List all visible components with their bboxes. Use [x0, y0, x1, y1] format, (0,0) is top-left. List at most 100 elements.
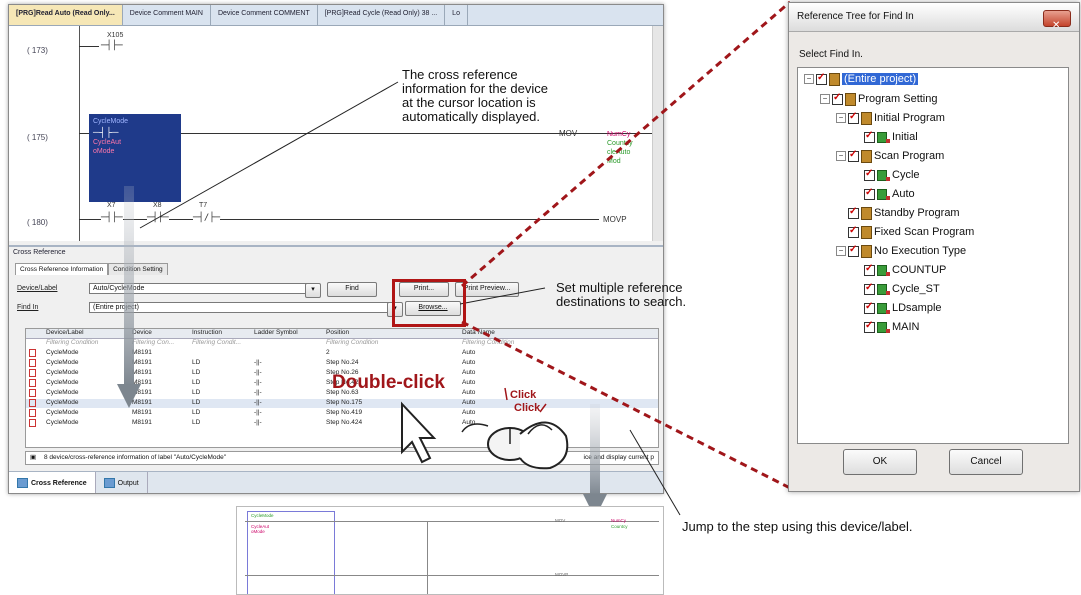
project-icon: [829, 72, 840, 86]
reference-tree-dialog: Reference Tree for Find In ✕ Select Find…: [788, 2, 1080, 492]
checkbox-icon[interactable]: [864, 130, 875, 143]
tree-node-program-setting[interactable]: − Program Setting: [820, 92, 937, 106]
program-icon: [877, 169, 890, 181]
program-icon: [877, 302, 890, 314]
checkbox-icon[interactable]: [864, 263, 875, 276]
tree-node-initial[interactable]: Initial: [864, 130, 918, 144]
wire: [245, 575, 659, 576]
collapse-icon: −: [820, 94, 830, 104]
wire: [427, 521, 428, 594]
tree-node-auto[interactable]: Auto: [864, 187, 915, 201]
leader-line: [629, 429, 681, 516]
tree-label: LDsample: [892, 302, 942, 314]
double-click-label: Double-click: [332, 372, 445, 393]
ok-button[interactable]: OK: [843, 449, 917, 475]
highlight-browse: [392, 279, 466, 327]
tree-label: Cycle: [892, 169, 920, 181]
wire: [245, 521, 659, 522]
tree-label: Auto: [892, 188, 915, 200]
mouse-pointer-icon: [401, 401, 437, 464]
click-mark: [504, 387, 508, 401]
checkbox-icon[interactable]: [848, 244, 859, 257]
callout-line: automatically displayed.: [402, 109, 541, 124]
instruction-mov: MOV: [555, 518, 566, 523]
click-mark: [539, 403, 547, 413]
tree-label: Fixed Scan Program: [874, 226, 975, 238]
operand: Countcy: [611, 524, 628, 529]
tree-node-fixed-scan-program[interactable]: Fixed Scan Program: [848, 225, 974, 239]
cancel-button[interactable]: Cancel: [949, 449, 1023, 475]
program-icon: [877, 131, 890, 143]
tree-node-cycle[interactable]: Cycle: [864, 168, 920, 182]
close-icon: ✕: [1052, 20, 1061, 31]
tree-node-cycle-st[interactable]: Cycle_ST: [864, 282, 940, 296]
checkbox-icon[interactable]: [848, 111, 859, 124]
checkbox-icon[interactable]: [848, 206, 859, 219]
tree-label: COUNTUP: [892, 264, 947, 276]
folder-icon: [861, 206, 872, 220]
tree-node-ldsample[interactable]: LDsample: [864, 301, 942, 315]
program-icon: [877, 283, 890, 295]
folder-icon: [861, 111, 872, 125]
tree-label: Scan Program: [874, 150, 945, 162]
callout-line: at the cursor location is: [402, 95, 536, 110]
device-label: CycleMode: [251, 513, 274, 518]
checkbox-icon[interactable]: [864, 301, 875, 314]
leader-line: [139, 81, 399, 229]
close-button[interactable]: ✕: [1043, 10, 1071, 31]
tree-node-initial-program[interactable]: − Initial Program: [836, 111, 945, 125]
click-label: Click: [510, 389, 537, 401]
collapse-icon: −: [804, 74, 814, 84]
collapse-icon: −: [836, 151, 846, 161]
dialog-title: Reference Tree for Find In: [797, 11, 914, 22]
tree-label: (Entire project): [842, 73, 919, 85]
folder-icon: [861, 149, 872, 163]
find-in-tree[interactable]: − (Entire project) − Program Setting − I…: [797, 67, 1069, 444]
tree-node-entire-project[interactable]: − (Entire project): [804, 72, 919, 86]
tree-label: Cycle_ST: [892, 283, 940, 295]
tree-node-scan-program[interactable]: − Scan Program: [836, 149, 944, 163]
checkbox-icon[interactable]: [864, 187, 875, 200]
checkbox-icon[interactable]: [848, 149, 859, 162]
tree-label: Initial Program: [874, 112, 945, 124]
tree-node-countup[interactable]: COUNTUP: [864, 263, 946, 277]
tree-node-standby-program[interactable]: Standby Program: [848, 206, 960, 220]
checkbox-icon[interactable]: [832, 92, 843, 105]
collapse-icon: −: [836, 246, 846, 256]
callout-cursor-info: The cross reference information for the …: [402, 68, 548, 124]
label-comment: oMode: [251, 529, 265, 534]
down-arrow-icon: [583, 404, 607, 518]
tree-label: No Execution Type: [874, 245, 967, 257]
jumped-ladder-preview: CycleMode CycleAut oMode MOV NumCy Count…: [236, 506, 664, 595]
checkbox-icon[interactable]: [864, 320, 875, 333]
callout-line: Set multiple reference: [556, 280, 683, 295]
dashed-connector: [461, 0, 791, 288]
tree-label: Initial: [892, 131, 918, 143]
tree-label: Standby Program: [874, 207, 960, 219]
folder-icon: [861, 225, 872, 239]
folder-icon: [861, 244, 872, 258]
dashed-connector: [461, 320, 791, 490]
tree-label: MAIN: [892, 321, 920, 333]
collapse-icon: −: [836, 113, 846, 123]
checkbox-icon[interactable]: [864, 282, 875, 295]
callout-jump: Jump to the step using this device/label…: [682, 519, 913, 534]
program-icon: [877, 188, 890, 200]
instruction-movp: MOVP: [555, 572, 569, 577]
leader-line: [459, 287, 546, 305]
folder-icon: [845, 92, 856, 106]
checkbox-icon[interactable]: [864, 168, 875, 181]
program-icon: [877, 321, 890, 333]
checkbox-icon[interactable]: [848, 225, 859, 238]
tree-node-main[interactable]: MAIN: [864, 320, 920, 334]
tree-label: Program Setting: [858, 93, 938, 105]
tree-node-no-execution-type[interactable]: − No Execution Type: [836, 244, 966, 258]
operand: NumCy: [611, 518, 627, 523]
callout-multiple-destinations: Set multiple reference destinations to s…: [556, 281, 686, 309]
hand-mouse-icon: [461, 421, 569, 470]
callout-line: information for the device: [402, 81, 548, 96]
callout-line: destinations to search.: [556, 294, 687, 309]
down-arrow-icon: [117, 186, 141, 408]
checkbox-icon[interactable]: [816, 72, 827, 85]
dialog-title-bar: Reference Tree for Find In ✕: [789, 3, 1079, 32]
